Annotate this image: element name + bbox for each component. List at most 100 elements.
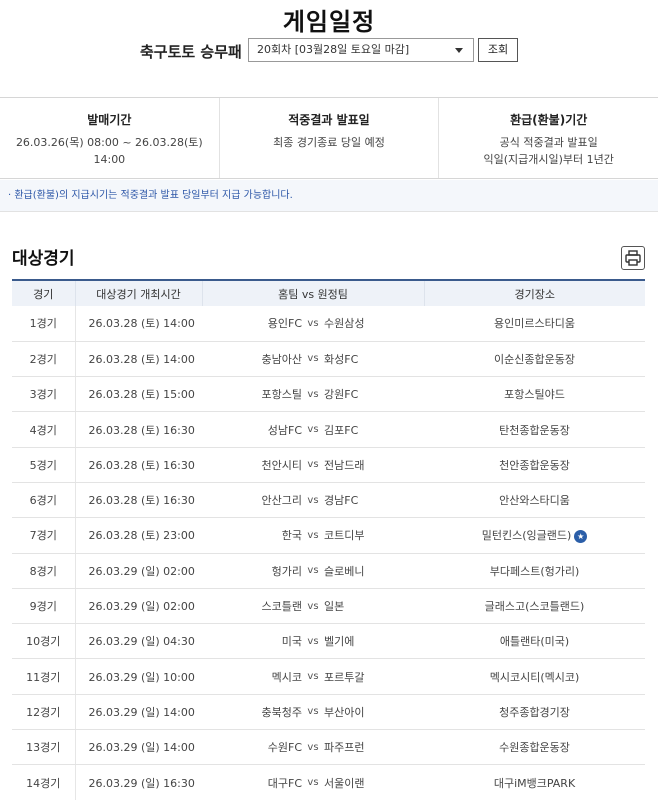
- game-number: 9경기: [12, 588, 76, 625]
- game-venue: 이순신종합운동장: [424, 341, 645, 378]
- venue-name: 대구iM뱅크PARK: [493, 776, 576, 790]
- home-team: 포항스틸: [261, 388, 302, 402]
- game-time: 26.03.29 (일) 02:00: [75, 553, 202, 589]
- venue-name: 애틀랜타(미국): [499, 635, 570, 649]
- venue-name: 탄천종합운동장: [499, 423, 570, 437]
- game-teams: 성남FC vs 김포FC: [202, 411, 424, 448]
- away-team: 슬로베니: [324, 564, 365, 578]
- game-venue: 용인미르스타디움: [424, 306, 645, 342]
- round-select[interactable]: 20회차 [03월28일 토요일 마감]: [248, 38, 474, 62]
- home-team: 충남아산: [261, 352, 302, 366]
- game-time: 26.03.28 (토) 15:00: [75, 376, 202, 413]
- table-row: 13경기 26.03.29 (일) 14:00 수원FC vs 파주프런 수원종합운동장: [12, 729, 645, 766]
- vs-label: vs: [307, 777, 319, 788]
- print-button[interactable]: [621, 246, 645, 270]
- game-time: 26.03.29 (일) 10:00: [75, 658, 202, 695]
- table-row: 7경기 26.03.28 (토) 23:00 한국 vs 코트디부 밀턴킨스(잉글랜드) ★: [12, 517, 645, 554]
- game-venue: 청주종합경기장: [424, 694, 645, 731]
- vs-label: vs: [307, 459, 319, 471]
- home-team: 충북청주: [261, 705, 302, 719]
- info-result-date: 적중결과 발표일 최종 경기종료 당일 예정: [220, 98, 440, 178]
- game-teams: 충남아산 vs 화성FC: [202, 341, 424, 378]
- game-number: 8경기: [12, 553, 76, 589]
- home-team: 안산그리: [261, 494, 302, 508]
- away-team: 파주프런: [324, 741, 365, 755]
- info-value: 공식 적중결과 발표일: [499, 136, 598, 149]
- venue-name: 용인미르스타디움: [494, 317, 575, 331]
- game-venue: 안산와스타디움: [424, 482, 645, 519]
- table-row: 10경기 26.03.29 (일) 04:30 미국 vs 벨기에 애틀랜타(미국): [12, 623, 645, 660]
- vs-label: vs: [307, 494, 319, 506]
- table-row: 5경기 26.03.28 (토) 16:30 천안시티 vs 전남드래 천안종합운동장: [12, 447, 645, 483]
- game-teams: 안산그리 vs 경남FC: [202, 482, 424, 519]
- venue-name: 안산와스타디움: [499, 494, 570, 508]
- game-number: 2경기: [12, 341, 76, 378]
- away-team: 포르투갈: [324, 670, 365, 684]
- table-row: 2경기 26.03.28 (토) 14:00 충남아산 vs 화성FC 이순신종합운동장: [12, 341, 645, 378]
- game-number: 6경기: [12, 482, 76, 519]
- venue-name: 글래스고(스코틀랜드): [484, 600, 585, 614]
- game-time: 26.03.29 (일) 14:00: [75, 694, 202, 731]
- game-time: 26.03.29 (일) 04:30: [75, 623, 202, 660]
- game-teams: 헝가리 vs 슬로베니: [202, 553, 424, 589]
- game-venue: 포항스틸야드: [424, 376, 645, 413]
- game-number: 13경기: [12, 729, 76, 766]
- game-name-label: 축구토토 승무패: [140, 43, 242, 61]
- home-team: 한국: [281, 529, 302, 543]
- venue-name: 부다페스트(헝가리): [489, 564, 580, 578]
- game-teams: 미국 vs 벨기에: [202, 623, 424, 660]
- away-team: 부산아이: [324, 705, 365, 719]
- game-time: 26.03.28 (토) 14:00: [75, 306, 202, 342]
- table-row: 9경기 26.03.29 (일) 02:00 스코틀랜 vs 일본 글래스고(스코틀랜드): [12, 588, 645, 625]
- game-number: 3경기: [12, 376, 76, 413]
- vs-label: vs: [307, 388, 319, 400]
- game-time: 26.03.28 (토) 16:30: [75, 447, 202, 483]
- home-team: 헝가리: [271, 564, 302, 578]
- vs-label: vs: [307, 706, 319, 718]
- table-row: 11경기 26.03.29 (일) 10:00 멕시코 vs 포르투갈 멕시코시티(멕시코…: [12, 658, 645, 695]
- away-team: 화성FC: [324, 352, 359, 366]
- home-team: 미국: [281, 635, 302, 649]
- search-button[interactable]: 조회: [478, 38, 518, 62]
- sale-info-box: 발매기간 26.03.26(목) 08:00 ~ 26.03.28(토) 14:…: [0, 97, 658, 179]
- table-row: 14경기 26.03.29 (일) 16:30 대구FC vs 서울이랜 대구iM뱅크PA…: [12, 764, 645, 800]
- info-label: 발매기간: [87, 113, 132, 127]
- game-time: 26.03.29 (일) 16:30: [75, 764, 202, 800]
- header-teams: 홈팀 vs 원정팀: [201, 279, 424, 306]
- away-team: 강원FC: [324, 388, 359, 402]
- header-time: 대상경기 개최시간: [74, 279, 202, 306]
- game-venue: 천안종합운동장: [424, 447, 645, 483]
- vs-label: vs: [307, 353, 319, 365]
- game-venue: 대구iM뱅크PARK: [424, 764, 645, 800]
- info-label: 환급(환불)기간: [510, 113, 588, 127]
- away-team: 코트디부: [324, 529, 365, 543]
- table-body: 1경기 26.03.28 (토) 14:00 용인FC vs 수원삼성 용인미르스타디움 2…: [12, 306, 645, 800]
- venue-name: 포항스틸야드: [504, 388, 565, 402]
- game-teams: 충북청주 vs 부산아이: [202, 694, 424, 731]
- info-value: 최종 경기종료 당일 예정: [273, 136, 385, 149]
- game-time: 26.03.29 (일) 02:00: [75, 588, 202, 625]
- round-select-value: 20회차 [03월28일 토요일 마감]: [257, 43, 410, 56]
- game-time: 26.03.28 (토) 14:00: [75, 341, 202, 378]
- game-venue: 부다페스트(헝가리): [424, 553, 645, 589]
- game-number: 5경기: [12, 447, 76, 483]
- away-team: 일본: [324, 600, 345, 614]
- game-venue: 글래스고(스코틀랜드): [424, 588, 645, 625]
- game-time: 26.03.28 (토) 16:30: [75, 411, 202, 448]
- game-teams: 대구FC vs 서울이랜: [202, 764, 424, 800]
- venue-name: 밀턴킨스(잉글랜드): [481, 529, 572, 543]
- game-teams: 천안시티 vs 전남드래: [202, 447, 424, 483]
- game-number: 1경기: [12, 306, 76, 342]
- game-number: 7경기: [12, 517, 76, 554]
- info-value: 26.03.26(목) 08:00 ~ 26.03.28(토) 14:00: [15, 136, 203, 166]
- home-team: 멕시코: [271, 670, 302, 684]
- printer-icon: [625, 250, 641, 266]
- round-selector-row: 축구토토 승무패 20회차 [03월28일 토요일 마감] 조회: [0, 38, 658, 64]
- star-badge-icon[interactable]: ★: [574, 529, 588, 543]
- vs-label: vs: [307, 671, 319, 683]
- game-number: 14경기: [12, 764, 76, 800]
- vs-label: vs: [307, 529, 319, 541]
- away-team: 서울이랜: [324, 776, 365, 790]
- away-team: 벨기에: [324, 635, 355, 649]
- game-time: 26.03.28 (토) 23:00: [75, 517, 202, 554]
